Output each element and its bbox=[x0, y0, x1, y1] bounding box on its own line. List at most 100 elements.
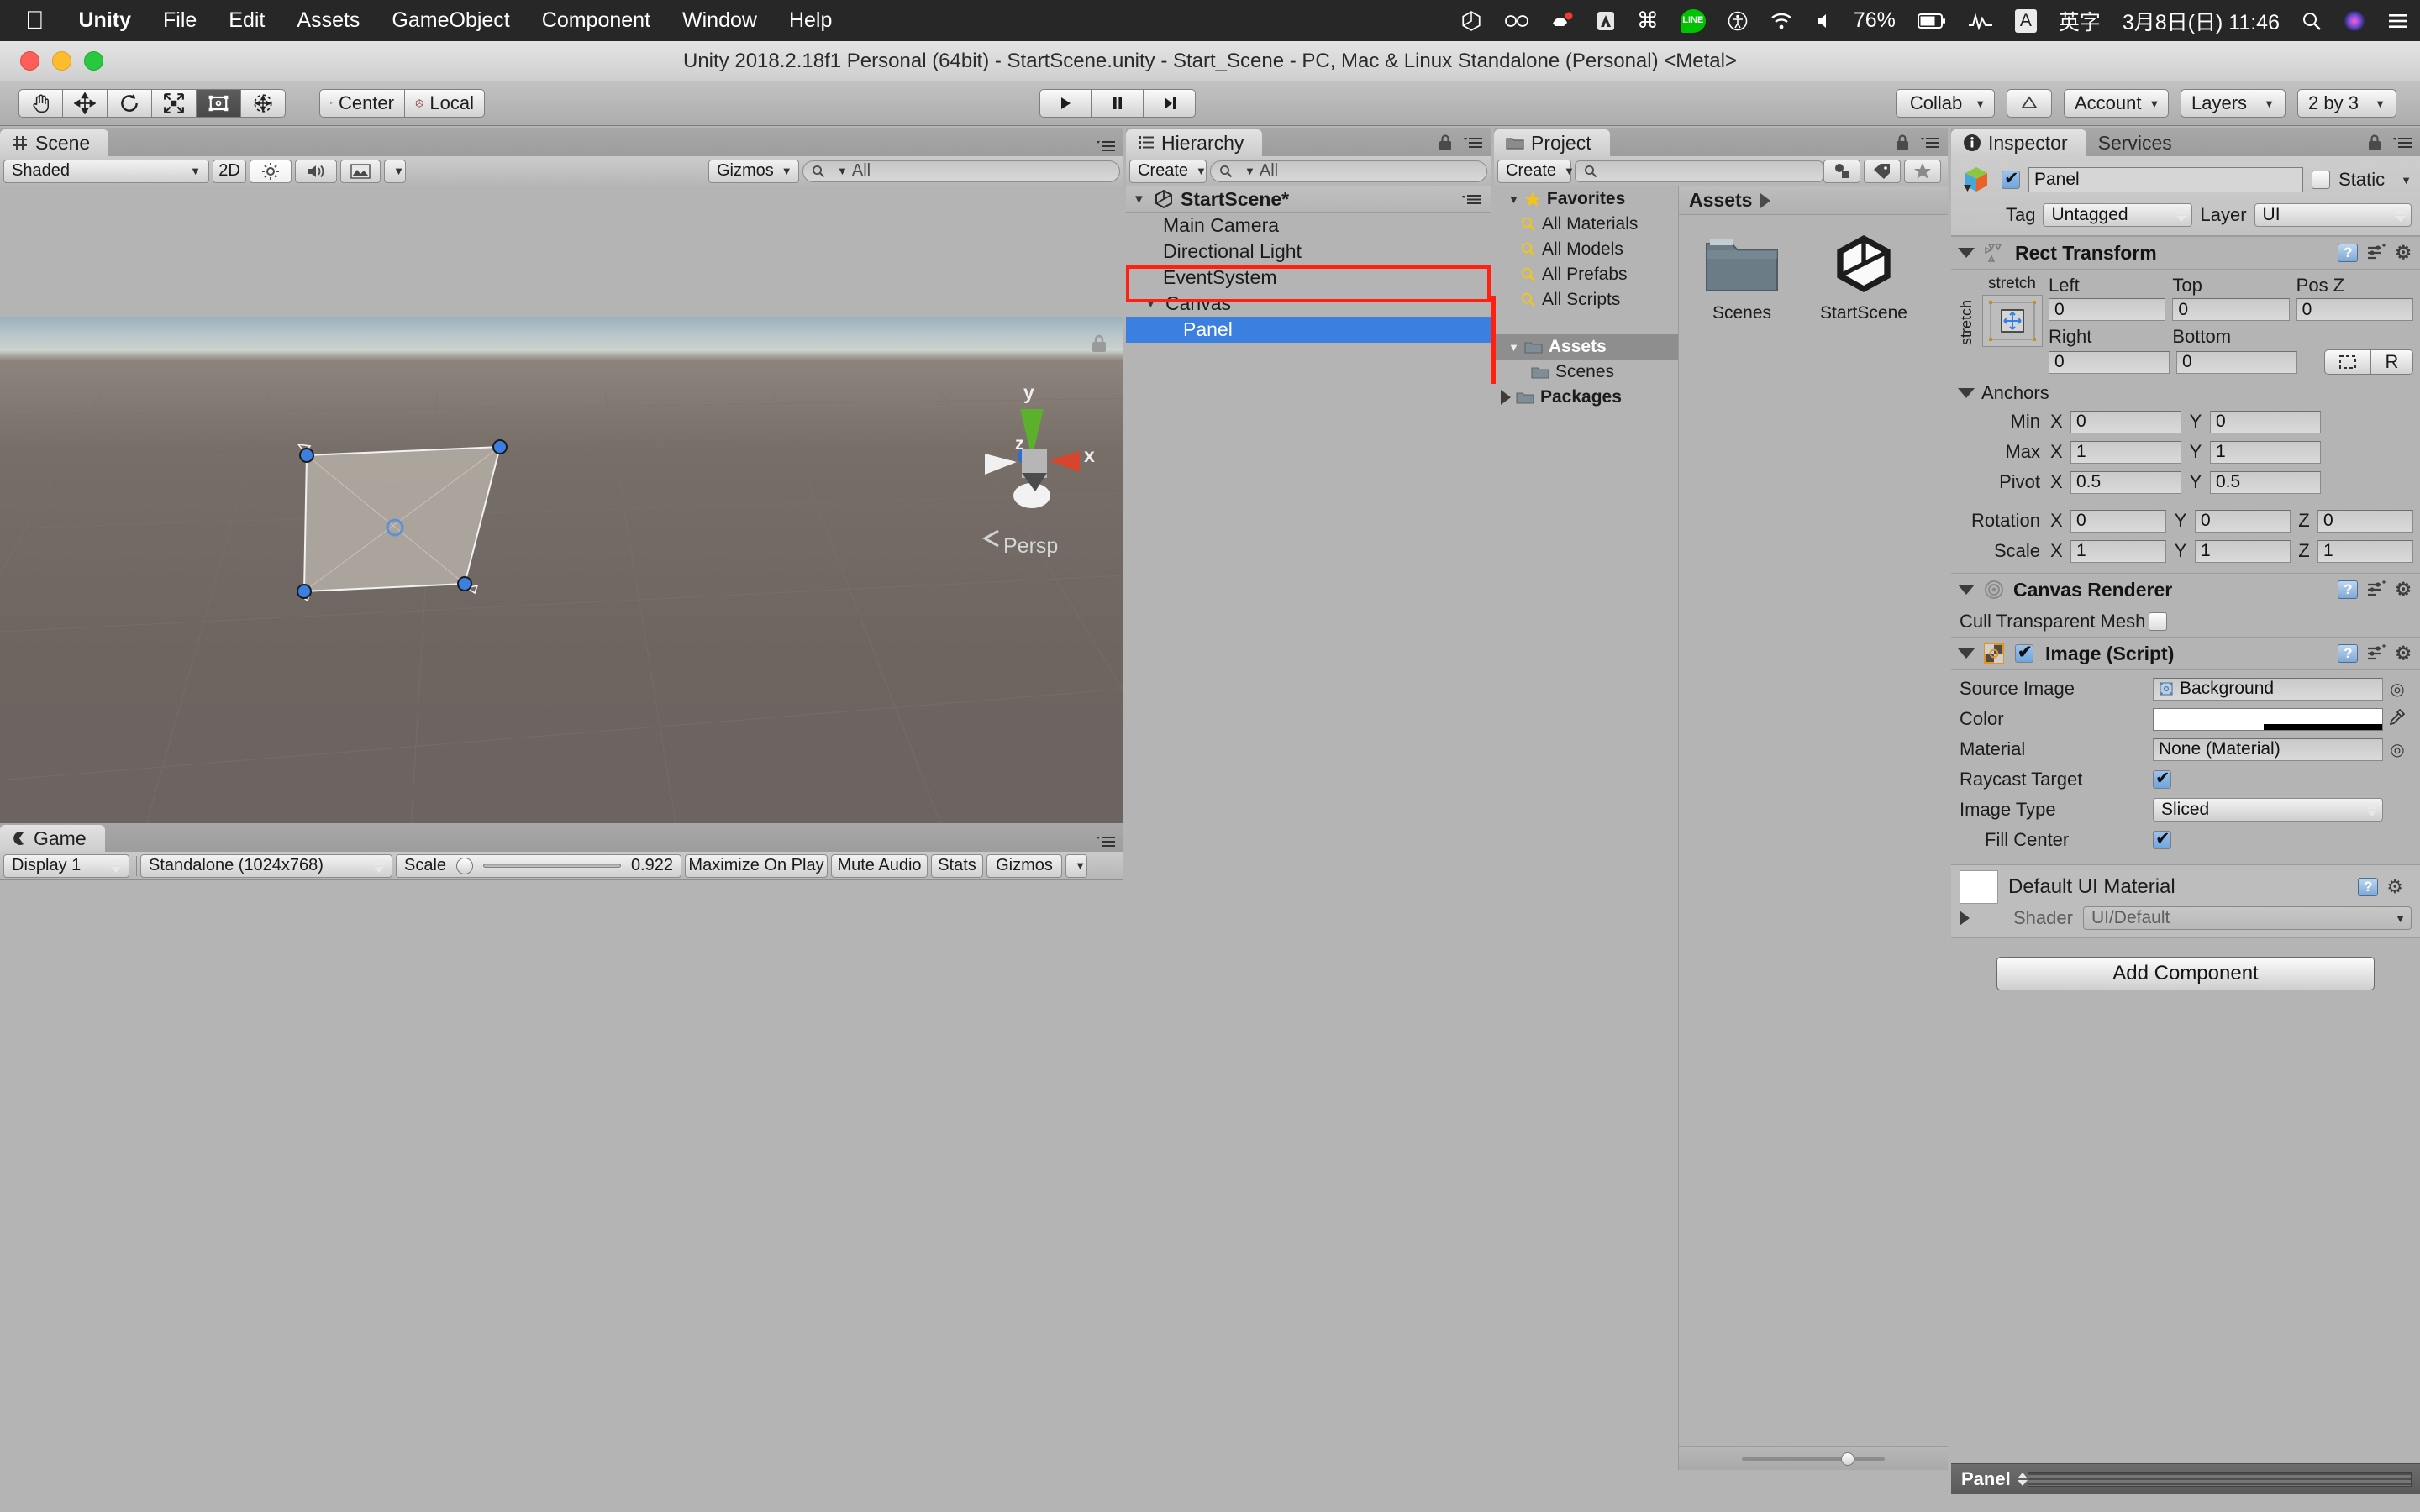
project-search-input[interactable] bbox=[1575, 160, 1823, 182]
component-header-canvas-renderer[interactable]: Canvas Renderer ? ⚙ bbox=[1951, 573, 2420, 606]
rotation-z[interactable]: 0 bbox=[2317, 509, 2413, 533]
hierarchy-panel-menu[interactable] bbox=[1436, 133, 1484, 153]
waveform-icon[interactable] bbox=[1957, 12, 2004, 30]
chevron-down-icon[interactable]: ▼ bbox=[1508, 193, 1519, 206]
chevron-down-icon[interactable]: ▼ bbox=[2401, 174, 2412, 186]
aspect-dropdown[interactable]: Standalone (1024x768) bbox=[140, 853, 392, 878]
tree-item-scenes[interactable]: Scenes bbox=[1494, 360, 1678, 385]
clock[interactable]: 3月8日(日) 11:46 bbox=[2112, 6, 2291, 36]
maximize-on-play-button[interactable]: Maximize On Play bbox=[685, 853, 828, 878]
raycast-checkbox[interactable] bbox=[2153, 768, 2171, 789]
scene-fx-toggle[interactable] bbox=[340, 159, 381, 183]
tree-item-packages[interactable]: Packages bbox=[1494, 385, 1678, 410]
tab-scene[interactable]: Scene bbox=[0, 129, 109, 156]
scene-lighting-toggle[interactable] bbox=[250, 159, 292, 183]
scale-tool[interactable] bbox=[152, 89, 197, 118]
anchor-max-x[interactable]: 1 bbox=[2070, 440, 2181, 464]
notification-center-icon[interactable] bbox=[2376, 12, 2420, 30]
scene-orientation-gizmo[interactable]: y z x Persp bbox=[966, 374, 1123, 567]
scene-panel-menu[interactable] bbox=[1095, 139, 1117, 153]
rotate-tool[interactable] bbox=[108, 89, 152, 118]
shader-dropdown[interactable]: UI/Default ▼ bbox=[2082, 906, 2412, 930]
scene-search-input[interactable]: ▼ All bbox=[802, 160, 1120, 182]
scale-slider-track[interactable] bbox=[483, 864, 621, 868]
component-header-image-script[interactable]: Image (Script) ? ⚙ bbox=[1951, 637, 2420, 670]
line-icon[interactable]: LINE bbox=[1670, 8, 1717, 33]
tree-item-all-scripts[interactable]: All Scripts bbox=[1494, 287, 1678, 312]
stats-button[interactable]: Stats bbox=[931, 853, 983, 878]
anchor-preset-box[interactable] bbox=[1981, 295, 2043, 347]
gizmos-dropdown[interactable]: Gizmos ▼ bbox=[708, 159, 799, 183]
game-gizmos-dropdown[interactable]: ▼ bbox=[1065, 853, 1087, 878]
project-panel-menu[interactable] bbox=[1893, 133, 1941, 153]
anchor-max-y[interactable]: 1 bbox=[2210, 440, 2321, 464]
list-item[interactable]: ▼ Canvas bbox=[1126, 291, 1491, 317]
menu-gameobject[interactable]: GameObject bbox=[376, 8, 525, 33]
rotation-x[interactable]: 0 bbox=[2070, 509, 2166, 533]
scene-context-menu-icon[interactable] bbox=[1460, 188, 1491, 211]
color-swatch[interactable] bbox=[2153, 707, 2383, 731]
chevron-down-icon[interactable] bbox=[1958, 585, 1975, 595]
zoom-slider-knob[interactable] bbox=[1841, 1452, 1854, 1466]
scale-z[interactable]: 1 bbox=[2317, 539, 2413, 563]
menu-file[interactable]: File bbox=[147, 8, 213, 33]
raw-edit-mode-button[interactable]: R bbox=[2371, 349, 2413, 375]
menu-unity[interactable]: Unity bbox=[63, 8, 148, 33]
cloud-button[interactable] bbox=[2007, 89, 2052, 118]
fill-center-checkbox[interactable] bbox=[2153, 828, 2171, 849]
account-button[interactable]: Account ▼ bbox=[2064, 89, 2169, 118]
input-source-mode[interactable]: 英字 bbox=[2048, 6, 2112, 36]
adobe-icon[interactable] bbox=[1586, 11, 1626, 31]
menu-help[interactable]: Help bbox=[773, 8, 848, 33]
game-panel-menu[interactable] bbox=[1095, 835, 1117, 848]
field-right[interactable]: 0 bbox=[2049, 350, 2170, 374]
inspector-panel-menu[interactable] bbox=[2365, 133, 2413, 153]
rotation-y[interactable]: 0 bbox=[2195, 509, 2291, 533]
asset-item-scenes[interactable]: Scenes bbox=[1687, 230, 1797, 323]
chevron-down-icon[interactable]: ▼ bbox=[1133, 192, 1151, 207]
anchor-min-y[interactable]: 0 bbox=[2210, 410, 2321, 433]
menu-assets[interactable]: Assets bbox=[281, 8, 376, 33]
spotlight-icon[interactable] bbox=[2291, 11, 2333, 31]
tab-services[interactable]: Services bbox=[2086, 129, 2191, 156]
hierarchy-create-button[interactable]: Create ▼ bbox=[1129, 159, 1207, 183]
apple-menu-icon[interactable]:  bbox=[0, 7, 63, 35]
input-source-letter[interactable]: A bbox=[2004, 8, 2048, 33]
gear-icon[interactable]: ⚙ bbox=[2395, 643, 2412, 664]
help-icon[interactable]: ? bbox=[2358, 878, 2379, 896]
object-picker-icon[interactable]: ◎ bbox=[2383, 739, 2412, 760]
menu-component[interactable]: Component bbox=[526, 8, 666, 33]
transform-tool[interactable] bbox=[241, 89, 286, 118]
tab-hierarchy[interactable]: Hierarchy bbox=[1126, 129, 1263, 156]
anchors-foldout[interactable]: Anchors bbox=[1958, 380, 2413, 407]
pivot-x[interactable]: 0.5 bbox=[2070, 470, 2181, 494]
image-type-dropdown[interactable]: Sliced bbox=[2153, 798, 2383, 822]
stepper-icon[interactable] bbox=[2017, 1472, 2028, 1486]
hierarchy-search-input[interactable]: ▼ All bbox=[1210, 160, 1487, 182]
asset-item-startscene[interactable]: StartScene bbox=[1805, 230, 1923, 323]
display-dropdown[interactable]: Display 1 bbox=[3, 853, 129, 878]
scale-slider-group[interactable]: Scale 0.922 bbox=[396, 853, 681, 878]
pivot-rotation-button[interactable]: Local bbox=[405, 89, 485, 118]
image-enabled-checkbox[interactable] bbox=[2015, 642, 2033, 663]
list-item[interactable]: EventSystem bbox=[1126, 265, 1491, 291]
dropbox-dog-icon[interactable] bbox=[1540, 12, 1586, 30]
scale-slider-knob[interactable] bbox=[456, 857, 474, 874]
object-name-input[interactable]: Panel bbox=[2028, 167, 2304, 192]
move-tool[interactable] bbox=[63, 89, 108, 118]
breadcrumb[interactable]: Assets bbox=[1679, 186, 1948, 215]
object-picker-icon[interactable]: ◎ bbox=[2383, 679, 2412, 700]
mute-audio-button[interactable]: Mute Audio bbox=[831, 853, 928, 878]
tree-item-all-materials[interactable]: All Materials bbox=[1494, 212, 1678, 237]
game-gizmos-button[interactable]: Gizmos bbox=[986, 853, 1062, 878]
scale-x[interactable]: 1 bbox=[2070, 539, 2166, 563]
layers-button[interactable]: Layers ▼ bbox=[2181, 89, 2286, 118]
chevron-down-icon[interactable]: ▼ bbox=[1508, 341, 1519, 354]
field-bottom[interactable]: 0 bbox=[2176, 350, 2297, 374]
command-icon[interactable]: ⌘ bbox=[1626, 8, 1670, 34]
eyedropper-icon[interactable] bbox=[2383, 708, 2412, 730]
tab-project[interactable]: Project bbox=[1494, 129, 1610, 156]
material-field[interactable]: None (Material) bbox=[2153, 738, 2383, 761]
source-image-field[interactable]: Background bbox=[2153, 677, 2383, 701]
wifi-icon[interactable] bbox=[1759, 12, 1804, 30]
